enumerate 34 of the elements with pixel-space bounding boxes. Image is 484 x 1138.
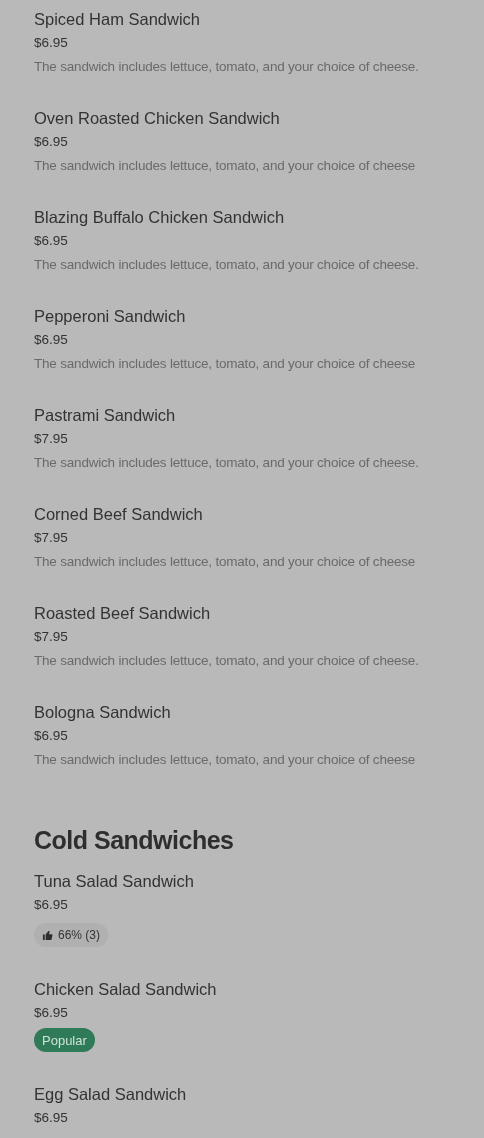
item-name[interactable]: Blazing Buffalo Chicken Sandwich	[34, 205, 285, 229]
item-name[interactable]: Spiced Ham Sandwich	[34, 7, 200, 31]
item-name[interactable]: Roasted Beef Sandwich	[34, 601, 211, 625]
thumbs-up-icon	[42, 929, 53, 941]
item-description: The sandwich includes lettuce, tomato, and your choice of cheese.	[34, 256, 419, 274]
item-description: The sandwich includes lettuce, tomato, and your choice of cheese.	[34, 652, 419, 670]
item-description: The sandwich includes lettuce, tomato, and your choice of cheese	[34, 553, 416, 571]
item-price: $6.95	[34, 232, 68, 250]
item-price: $6.95	[34, 896, 68, 914]
item-name[interactable]: Tuna Salad Sandwich	[34, 869, 194, 893]
item-price: $6.95	[34, 133, 68, 151]
item-price: $7.95	[34, 628, 68, 646]
item-price: $6.95	[34, 331, 68, 349]
item-price: $7.95	[34, 529, 68, 547]
item-name[interactable]: Egg Salad Sandwich	[34, 1082, 187, 1106]
section-heading: Cold Sandwiches	[34, 825, 234, 856]
item-description: The sandwich includes lettuce, tomato, and your choice of cheese	[34, 157, 416, 175]
item-name[interactable]: Bologna Sandwich	[34, 700, 171, 724]
item-name[interactable]: Pastrami Sandwich	[34, 403, 176, 427]
item-name[interactable]: Pepperoni Sandwich	[34, 304, 186, 328]
item-price: $6.95	[34, 34, 68, 52]
item-description: The sandwich includes lettuce, tomato, and your choice of cheese.	[34, 454, 419, 472]
rating-text: 66% (3)	[58, 928, 101, 942]
item-price: $7.95	[34, 430, 68, 448]
item-price: $6.95	[34, 1109, 68, 1127]
item-price: $6.95	[34, 727, 68, 745]
item-description: The sandwich includes lettuce, tomato, and your choice of cheese	[34, 751, 416, 769]
item-price: $6.95	[34, 1004, 68, 1022]
popular-tag: Popular	[34, 1028, 95, 1052]
item-name[interactable]: Chicken Salad Sandwich	[34, 977, 217, 1001]
item-name[interactable]: Corned Beef Sandwich	[34, 502, 203, 526]
item-description: The sandwich includes lettuce, tomato, and your choice of cheese	[34, 355, 416, 373]
item-description: The sandwich includes lettuce, tomato, and your choice of cheese.	[34, 58, 419, 76]
item-name[interactable]: Oven Roasted Chicken Sandwich	[34, 106, 280, 130]
